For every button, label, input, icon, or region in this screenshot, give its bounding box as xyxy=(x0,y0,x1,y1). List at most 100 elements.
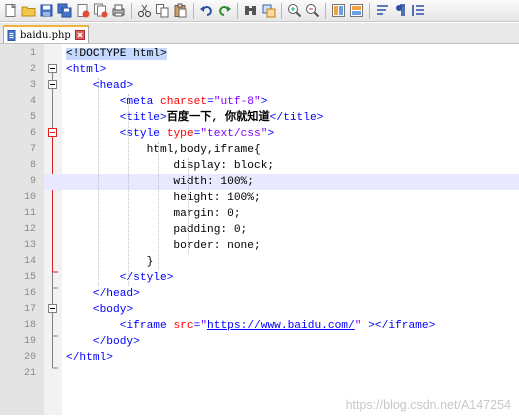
find-button[interactable] xyxy=(242,2,259,19)
print-icon xyxy=(112,4,125,17)
line-number: 14 xyxy=(23,256,36,267)
line-number: 10 xyxy=(23,192,36,203)
line-number: 17 xyxy=(23,304,36,315)
close-all-button[interactable] xyxy=(92,2,109,19)
line-number: 20 xyxy=(23,352,36,363)
line-number: 21 xyxy=(23,368,36,379)
toolbar-separator xyxy=(325,2,326,19)
line-number: 9 xyxy=(29,176,36,187)
save-all-button[interactable] xyxy=(56,2,73,19)
show-all-characters-button[interactable] xyxy=(392,2,409,19)
copy-button[interactable] xyxy=(154,2,171,19)
line-number: 7 xyxy=(29,144,36,155)
close-icon xyxy=(77,4,90,18)
line-number: 11 xyxy=(23,208,36,219)
toolbar-separator xyxy=(131,2,132,19)
toolbar-separator xyxy=(281,2,282,19)
find-icon xyxy=(245,6,256,15)
word-wrap-button[interactable] xyxy=(374,2,391,19)
cut-button[interactable] xyxy=(136,2,153,19)
paste-icon xyxy=(174,3,187,18)
code-line[interactable]: <html> xyxy=(62,62,519,78)
code-line[interactable]: margin: 0; xyxy=(62,206,519,222)
code-line[interactable]: </body> xyxy=(62,334,519,350)
line-number: 6 xyxy=(29,128,36,139)
cut-icon xyxy=(138,4,151,17)
code-line[interactable]: </head> xyxy=(62,286,519,302)
replace-icon xyxy=(262,4,276,18)
code-line[interactable]: display: block; xyxy=(62,158,519,174)
replace-button[interactable] xyxy=(260,2,277,19)
indent-guide-button[interactable] xyxy=(410,2,427,19)
print-button[interactable] xyxy=(110,2,127,19)
tab-baidu-php[interactable]: baidu.php xyxy=(3,25,89,43)
redo-icon xyxy=(219,6,231,16)
code-line[interactable]: <!DOCTYPE html> xyxy=(62,46,519,62)
sync-horizontal-button[interactable] xyxy=(348,2,365,19)
code-editor[interactable]: 1 2 3 4 5 6 7 8 9 10 11 12 13 14 15 16 17 18 19 20 21 <!DOCT… xyxy=(0,44,519,415)
sync-vertical-icon xyxy=(332,4,345,17)
close-tab-icon[interactable] xyxy=(74,30,85,40)
line-number: 12 xyxy=(23,224,36,235)
save-icon xyxy=(40,4,53,17)
line-number: 2 xyxy=(29,64,36,75)
open-file-button[interactable] xyxy=(20,2,37,19)
tab-bar: baidu.php xyxy=(0,23,519,44)
line-number: 8 xyxy=(29,160,36,171)
code-line[interactable]: border: none; xyxy=(62,238,519,254)
new-file-button[interactable] xyxy=(2,2,19,19)
code-line[interactable]: </style> xyxy=(62,270,519,286)
line-number: 4 xyxy=(29,96,36,107)
indent-guide xyxy=(128,94,129,286)
undo-button[interactable] xyxy=(198,2,215,19)
toolbar-separator xyxy=(193,2,194,19)
fold-markers xyxy=(48,64,58,369)
word-wrap-icon xyxy=(377,5,388,15)
line-number: 16 xyxy=(23,288,36,299)
code-line[interactable]: <head> xyxy=(62,78,519,94)
current-line-marker xyxy=(44,174,62,190)
indent-guide xyxy=(188,158,189,254)
file-icon xyxy=(7,29,16,41)
open-file-icon xyxy=(21,6,36,17)
line-number: 18 xyxy=(23,320,36,331)
close-button[interactable] xyxy=(74,2,91,19)
code-line[interactable]: } xyxy=(62,254,519,270)
line-number: 19 xyxy=(23,336,36,347)
indent-guide xyxy=(158,142,159,270)
code-line[interactable]: <iframe src="https://www.baidu.com/" ></… xyxy=(62,318,519,334)
line-number: 3 xyxy=(29,80,36,91)
save-button[interactable] xyxy=(38,2,55,19)
toolbar-separator xyxy=(237,2,238,19)
code-line[interactable]: <title>百度一下, 你就知道</title> xyxy=(62,110,519,126)
zoom-out-button[interactable] xyxy=(304,2,321,19)
paste-button[interactable] xyxy=(172,2,189,19)
indent-guide-icon xyxy=(412,5,424,16)
zoom-in-icon xyxy=(288,4,302,18)
tab-label: baidu.php xyxy=(20,29,71,41)
code-line[interactable]: <body> xyxy=(62,302,519,318)
line-number: 1 xyxy=(29,48,36,59)
toolbar-separator xyxy=(369,2,370,19)
code-area[interactable]: <!DOCTYPE html> <html> <head> <meta chars… xyxy=(44,44,519,415)
redo-button[interactable] xyxy=(216,2,233,19)
code-line[interactable]: <style type="text/css"> xyxy=(62,126,519,142)
save-all-icon xyxy=(57,3,72,18)
zoom-in-button[interactable] xyxy=(286,2,303,19)
line-number: 13 xyxy=(23,240,36,251)
copy-icon xyxy=(156,4,169,18)
watermark: https://blog.csdn.net/A147254 xyxy=(345,398,511,412)
show-all-characters-icon xyxy=(396,4,405,16)
code-line[interactable]: html,body,iframe{ xyxy=(62,142,519,158)
code-line[interactable]: </html> xyxy=(62,350,519,366)
sync-vertical-button[interactable] xyxy=(330,2,347,19)
line-number: 5 xyxy=(29,112,36,123)
code-line[interactable]: <meta charset="utf-8"> xyxy=(62,94,519,110)
indent-guide xyxy=(98,78,99,286)
close-all-icon xyxy=(94,3,108,18)
code-line[interactable]: width: 100%; xyxy=(62,174,519,190)
code-line[interactable]: padding: 0; xyxy=(62,222,519,238)
code-line[interactable]: height: 100%; xyxy=(62,190,519,206)
code-line[interactable] xyxy=(62,366,519,382)
fold-margin xyxy=(44,44,62,415)
